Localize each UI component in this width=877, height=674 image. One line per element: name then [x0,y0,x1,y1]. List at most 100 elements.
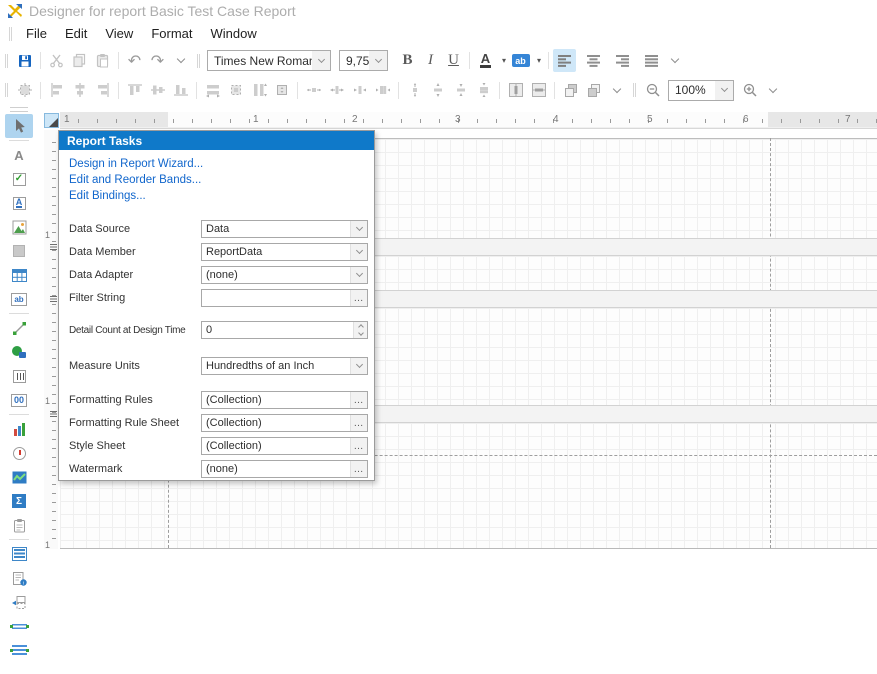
remove-vertical-spacing-button[interactable] [472,79,495,102]
tool-cross-band-line[interactable] [5,614,33,638]
menu-format[interactable]: Format [142,23,201,44]
font-name-combo[interactable]: Times New Roman [207,50,331,71]
decrease-vertical-spacing-button[interactable] [449,79,472,102]
tool-bar-code[interactable] [5,364,33,388]
data-source-combo[interactable]: Data [201,220,368,238]
tool-check-box[interactable]: ✓ [5,167,33,191]
font-color-button[interactable]: A [474,49,497,72]
tool-character-comb[interactable]: ab [5,287,33,311]
tool-table[interactable] [5,263,33,287]
increase-horizontal-spacing-button[interactable] [325,79,348,102]
chevron-down-icon[interactable] [350,244,367,260]
align-bottoms-button[interactable] [169,79,192,102]
link-design-in-report-wizard[interactable]: Design in Report Wizard... [69,158,203,170]
ellipsis-button[interactable]: … [350,290,367,306]
menubar-grip[interactable] [9,27,12,41]
menu-file[interactable]: File [17,23,56,44]
send-to-back-button[interactable] [582,79,605,102]
align-middles-button[interactable] [146,79,169,102]
menu-edit[interactable]: Edit [56,23,96,44]
tool-table-of-contents[interactable]: i [5,566,33,590]
tool-panel[interactable] [5,239,33,263]
horizontal-spacing-equal-button[interactable] [302,79,325,102]
align-right-button[interactable] [611,49,634,72]
italic-button[interactable]: I [419,49,442,72]
chevron-down-icon[interactable] [312,51,330,70]
watermark-editor[interactable]: (none) … [201,460,368,478]
bold-button[interactable]: B [396,49,419,72]
ruler-corner-button[interactable] [44,113,59,128]
chevron-down-icon[interactable] [350,267,367,283]
chevron-down-icon[interactable] [715,81,733,100]
underline-button[interactable]: U [442,49,465,72]
align-to-grid-button[interactable] [13,79,36,102]
toolbar-grip[interactable] [197,54,200,68]
ellipsis-button[interactable]: … [350,392,367,408]
tool-line[interactable] [5,316,33,340]
link-edit-and-reorder-bands[interactable]: Edit and Reorder Bands... [69,174,203,186]
tool-pivot-grid[interactable]: Σ [5,489,33,513]
spin-down-icon[interactable] [354,330,367,338]
zoom-in-button[interactable] [738,79,761,102]
chevron-down-icon[interactable] [350,358,367,374]
measure-units-combo[interactable]: Hundredths of an Inch [201,357,368,375]
align-tops-button[interactable] [123,79,146,102]
highlight-dropdown[interactable]: ▾ [532,49,544,72]
make-same-width-button[interactable] [201,79,224,102]
align-centers-button[interactable] [68,79,91,102]
save-button[interactable] [13,49,36,72]
link-edit-bindings[interactable]: Edit Bindings... [69,190,203,202]
redo-button[interactable]: ↷ [146,49,169,72]
chevron-down-icon[interactable] [350,221,367,237]
tool-shape[interactable] [5,340,33,364]
font-size-combo[interactable]: 9,75 [339,50,388,71]
menu-window[interactable]: Window [201,23,265,44]
align-center-button[interactable] [582,49,605,72]
make-same-size-button[interactable] [270,79,293,102]
toolbox-grip[interactable] [10,107,28,112]
align-left-button[interactable] [553,49,576,72]
size-to-grid-button[interactable] [224,79,247,102]
style-sheet-editor[interactable]: (Collection) … [201,437,368,455]
zoom-overflow-button[interactable] [761,79,784,102]
make-same-height-button[interactable] [247,79,270,102]
align-rights-button[interactable] [91,79,114,102]
remove-horizontal-spacing-button[interactable] [371,79,394,102]
align-lefts-button[interactable] [45,79,68,102]
cut-button[interactable] [45,49,68,72]
undo-button[interactable]: ↶ [123,49,146,72]
bring-to-front-button[interactable] [559,79,582,102]
center-vertically-button[interactable] [527,79,550,102]
ellipsis-button[interactable]: … [350,461,367,477]
justify-button[interactable] [640,49,663,72]
tool-page-info[interactable] [5,513,33,537]
paragraph-overflow-button[interactable] [663,49,686,72]
ellipsis-button[interactable]: … [350,438,367,454]
zoom-combo[interactable]: 100% [668,80,734,101]
tool-rich-text[interactable]: A [5,191,33,215]
detail-count-spinner[interactable]: 0 [201,321,368,339]
vertical-spacing-equal-button[interactable] [403,79,426,102]
highlight-button[interactable]: ab [509,49,532,72]
menu-view[interactable]: View [96,23,142,44]
tool-subreport[interactable] [5,542,33,566]
layout-overflow-button[interactable] [605,79,628,102]
decrease-horizontal-spacing-button[interactable] [348,79,371,102]
tool-pointer[interactable] [5,114,33,138]
tool-zip-code[interactable]: 00 [5,388,33,412]
tool-picture-box[interactable] [5,215,33,239]
undo-overflow-button[interactable] [169,49,192,72]
chevron-down-icon[interactable] [369,51,387,70]
formatting-rules-editor[interactable]: (Collection) … [201,391,368,409]
formatting-rule-sheet-editor[interactable]: (Collection) … [201,414,368,432]
zoom-out-button[interactable] [641,79,664,102]
data-adapter-combo[interactable]: (none) [201,266,368,284]
center-horizontally-button[interactable] [504,79,527,102]
filter-string-input[interactable]: … [201,289,368,307]
copy-button[interactable] [68,49,91,72]
toolbar-grip[interactable] [633,83,636,97]
font-color-dropdown[interactable]: ▾ [497,49,509,72]
tool-cross-band-box[interactable] [5,638,33,662]
spinner-buttons[interactable] [353,322,367,338]
tool-sparkline[interactable] [5,465,33,489]
